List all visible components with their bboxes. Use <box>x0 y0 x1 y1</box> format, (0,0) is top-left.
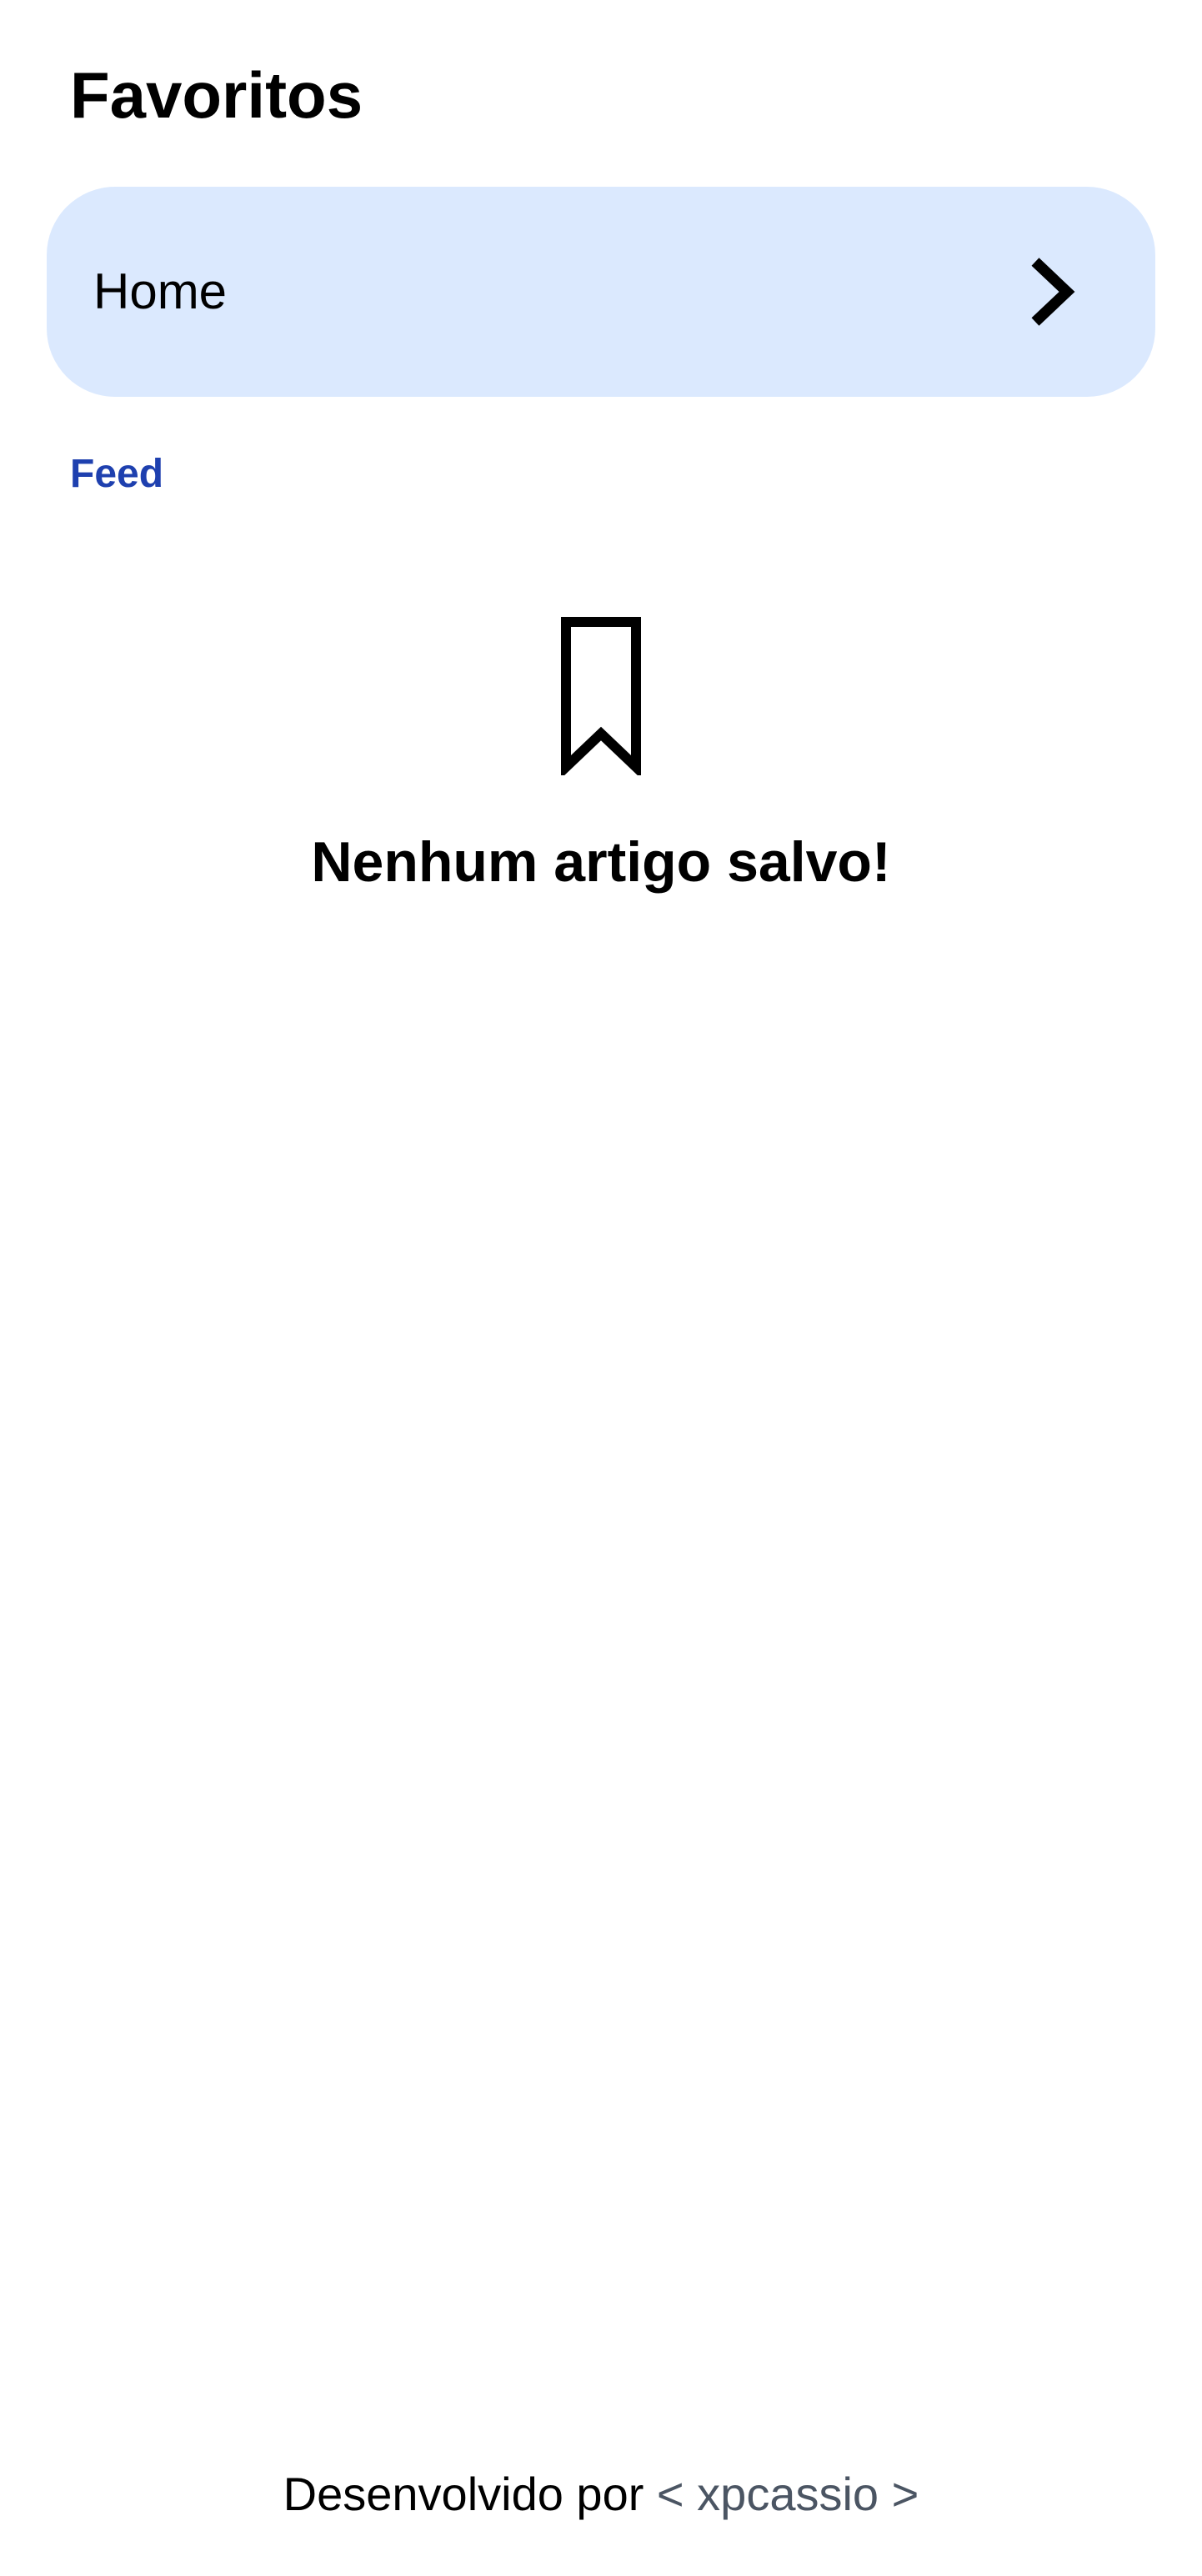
chevron-right-icon <box>1031 258 1075 326</box>
footer-credit-link[interactable]: < xpcassio > <box>657 2468 919 2520</box>
page-title: Favoritos <box>70 58 363 132</box>
empty-state-message: Nenhum artigo salvo! <box>311 830 891 894</box>
bookmark-icon <box>561 617 641 775</box>
home-nav-card[interactable]: Home <box>47 187 1155 397</box>
footer: Desenvolvido por < xpcassio > <box>0 2466 1202 2523</box>
feed-link[interactable]: Feed <box>70 450 163 499</box>
home-nav-label: Home <box>93 263 228 319</box>
footer-prefix: Desenvolvido por <box>283 2468 657 2520</box>
empty-state: Nenhum artigo salvo! <box>0 617 1202 895</box>
